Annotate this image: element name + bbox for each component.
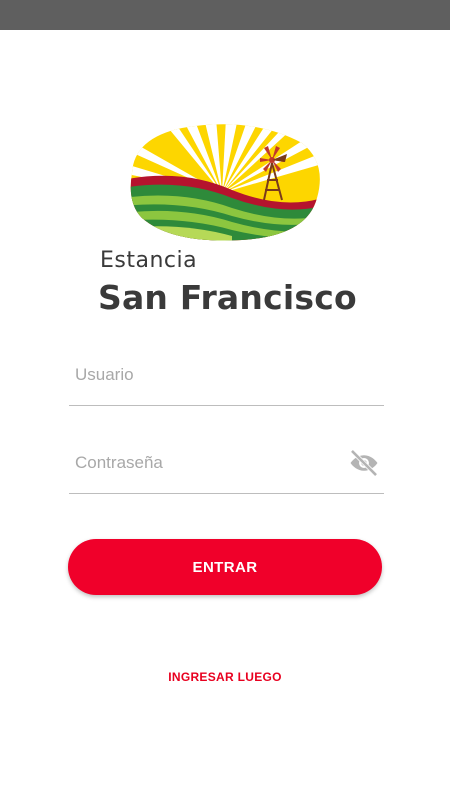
windmill-logo-icon bbox=[130, 124, 320, 241]
password-field bbox=[69, 443, 384, 494]
status-bar bbox=[0, 0, 450, 30]
brand-name-line1: Estancia bbox=[100, 248, 198, 273]
username-field bbox=[69, 355, 384, 406]
password-visibility-toggle[interactable] bbox=[346, 445, 382, 481]
skip-login-link[interactable]: INGRESAR LUEGO bbox=[150, 665, 300, 689]
brand-logo: Estancia San Francisco bbox=[96, 118, 357, 323]
brand-name-line2: San Francisco bbox=[98, 278, 357, 317]
login-button[interactable]: ENTRAR bbox=[68, 539, 382, 595]
eye-off-icon bbox=[350, 449, 378, 477]
login-screen: Estancia San Francisco ENTRAR INGRESAR L… bbox=[0, 0, 450, 800]
username-input[interactable] bbox=[75, 361, 335, 389]
password-input[interactable] bbox=[75, 449, 335, 477]
